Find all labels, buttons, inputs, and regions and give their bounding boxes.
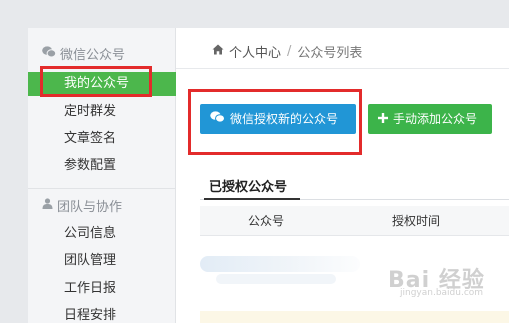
- sidebar-item-parameter-config[interactable]: 参数配置: [28, 154, 176, 178]
- blurred-table-row: [200, 256, 360, 272]
- sidebar-group-label: 微信公众号: [60, 48, 126, 63]
- plus-icon: [378, 104, 388, 134]
- sidebar-item-my-accounts[interactable]: 我的公众号: [28, 72, 176, 96]
- sidebar-item-schedule[interactable]: 日程安排: [28, 304, 176, 323]
- sidebar-group-label: 团队与协作: [57, 200, 123, 215]
- section-title[interactable]: 已授权公众号: [209, 176, 287, 195]
- sidebar-group-wechat: 微信公众号: [42, 44, 125, 63]
- user-icon: [42, 198, 53, 213]
- sidebar-item-scheduled-send[interactable]: 定时群发: [28, 100, 176, 124]
- watermark-url: jingyan.baidu.com: [400, 288, 484, 298]
- column-header-account: 公众号: [248, 214, 285, 228]
- header-divider: [176, 68, 509, 69]
- breadcrumb-home[interactable]: 个人中心: [229, 42, 281, 61]
- breadcrumb: 个人中心 / 公众号列表: [212, 42, 362, 61]
- column-header-auth-time: 授权时间: [392, 214, 441, 228]
- wechat-icon: [42, 45, 57, 62]
- wechat-icon: [210, 104, 225, 134]
- app-frame: 微信公众号 我的公众号 定时群发 文章签名 参数配置 团队与协作 公司信息 团队…: [0, 0, 509, 323]
- sidebar-item-article-signature[interactable]: 文章签名: [28, 127, 176, 151]
- breadcrumb-current: 公众号列表: [297, 46, 363, 61]
- active-tab-underline: [204, 198, 300, 200]
- sidebar: 微信公众号 我的公众号 定时群发 文章签名 参数配置 团队与协作 公司信息 团队…: [28, 28, 176, 323]
- sidebar-item-company-info[interactable]: 公司信息: [28, 222, 176, 246]
- notice-band: [200, 311, 509, 323]
- sidebar-group-team: 团队与协作: [42, 196, 122, 215]
- blurred-table-row: [216, 274, 336, 284]
- authorize-wechat-account-label: 微信授权新的公众号: [230, 112, 339, 126]
- table-header: 公众号 授权时间: [200, 206, 509, 236]
- home-icon[interactable]: [212, 44, 224, 59]
- breadcrumb-separator: /: [287, 44, 292, 59]
- sidebar-item-team-management[interactable]: 团队管理: [28, 249, 176, 273]
- manual-add-account-button[interactable]: 手动添加公众号: [368, 104, 492, 134]
- sidebar-divider: [28, 188, 176, 189]
- authorize-wechat-account-button[interactable]: 微信授权新的公众号: [200, 104, 356, 134]
- sidebar-item-work-daily[interactable]: 工作日报: [28, 277, 176, 301]
- manual-add-account-label: 手动添加公众号: [393, 112, 478, 126]
